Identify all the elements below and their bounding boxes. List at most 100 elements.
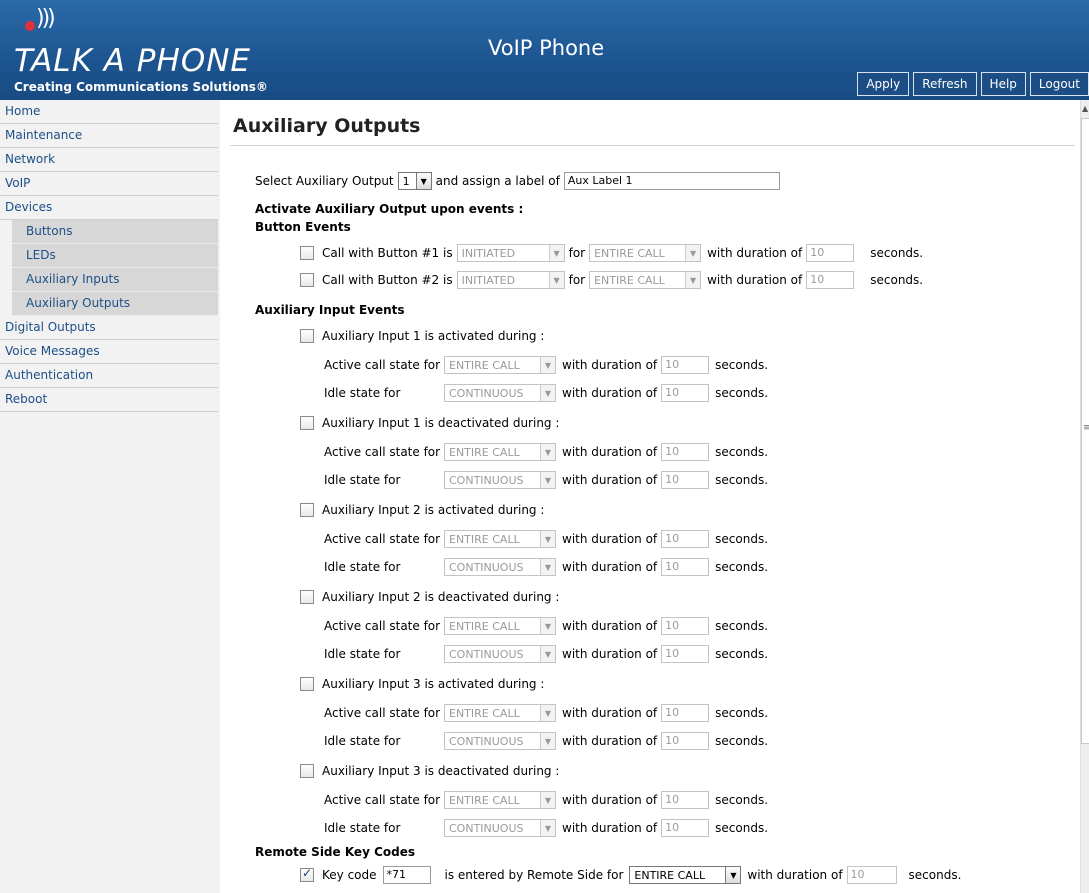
logout-button[interactable]: Logout xyxy=(1029,72,1089,96)
active-call-duration-input[interactable]: 10 xyxy=(661,791,710,809)
duration-label: with duration of xyxy=(562,445,658,459)
active-call-duration-input[interactable]: 10 xyxy=(661,356,710,374)
aux-event-checkbox[interactable] xyxy=(300,590,314,604)
duration-label: with duration of xyxy=(562,821,658,835)
active-call-duration-input[interactable]: 10 xyxy=(661,617,710,635)
chevron-down-icon: ▼ xyxy=(548,245,564,261)
aux-event-checkbox[interactable] xyxy=(300,764,314,778)
button-duration-input[interactable]: 10 xyxy=(806,271,855,289)
aux-event-checkbox[interactable] xyxy=(300,329,314,343)
idle-scope-select[interactable]: CONTINUOUS ▼ xyxy=(444,471,556,489)
idle-state-label: Idle state for xyxy=(324,560,401,574)
sidebar-item-network[interactable]: Network xyxy=(0,148,218,172)
sidebar-item-home[interactable]: Home xyxy=(0,100,218,124)
button-duration-input[interactable]: 10 xyxy=(806,244,855,262)
idle-scope-select[interactable]: CONTINUOUS ▼ xyxy=(444,558,556,576)
sidebar-item-digital-outputs[interactable]: Digital Outputs xyxy=(0,316,218,340)
sidebar-item-maintenance[interactable]: Maintenance xyxy=(0,124,218,148)
duration-label: with duration of xyxy=(707,246,803,260)
duration-label: with duration of xyxy=(562,619,658,633)
scroll-up-icon[interactable]: ▲ xyxy=(1082,104,1088,113)
idle-duration-input[interactable]: 10 xyxy=(661,732,710,750)
idle-state-row: Idle state for CONTINUOUS ▼ with duration o… xyxy=(324,556,768,578)
duration-label: with duration of xyxy=(562,532,658,546)
idle-duration-input[interactable]: 10 xyxy=(661,819,710,837)
idle-duration-input[interactable]: 10 xyxy=(661,645,710,663)
idle-scope-select-value: CONTINUOUS xyxy=(449,386,524,400)
active-call-state-row: Active call state for ENTIRE CALL ▼ with du… xyxy=(324,702,768,724)
chevron-down-icon: ▼ xyxy=(540,444,555,460)
duration-label: with duration of xyxy=(562,793,658,807)
seconds-label: seconds. xyxy=(715,560,769,574)
idle-duration-input[interactable]: 10 xyxy=(661,471,710,489)
idle-scope-select[interactable]: CONTINUOUS ▼ xyxy=(444,819,556,837)
aux-event-checkbox[interactable] xyxy=(300,677,314,691)
active-call-scope-select-value: ENTIRE CALL xyxy=(449,793,520,807)
active-call-duration-input[interactable]: 10 xyxy=(661,704,710,722)
remote-scope-select[interactable]: ENTIRE CALL ▼ xyxy=(629,866,742,884)
idle-scope-select-value: CONTINUOUS xyxy=(449,560,524,574)
idle-scope-select[interactable]: CONTINUOUS ▼ xyxy=(444,645,556,663)
aux-event-label: Auxiliary Input 2 is activated during : xyxy=(322,503,545,517)
active-call-scope-select[interactable]: ENTIRE CALL ▼ xyxy=(444,617,556,635)
sidebar-item-auxiliary-outputs[interactable]: Auxiliary Outputs xyxy=(12,292,218,316)
button-event-row: Call with Button #2 is INITIATED ▼ for ENTIR… xyxy=(300,269,923,291)
apply-button[interactable]: Apply xyxy=(857,72,910,96)
sidebar-item-voip[interactable]: VoIP xyxy=(0,172,218,196)
aux-output-select[interactable]: 1 ▼ xyxy=(397,172,432,190)
remote-scope-value: ENTIRE CALL xyxy=(634,868,706,882)
active-call-scope-select[interactable]: ENTIRE CALL ▼ xyxy=(444,530,556,548)
idle-state-label: Idle state for xyxy=(324,647,401,661)
remote-key-code-row: Key code *71 is entered by Remote Side f… xyxy=(300,864,961,886)
chevron-down-icon: ▼ xyxy=(540,531,555,547)
aux-input-events-heading: Auxiliary Input Events xyxy=(255,303,405,317)
chevron-down-icon: ▼ xyxy=(540,733,555,749)
aux-event-checkbox[interactable] xyxy=(300,416,314,430)
idle-duration-input[interactable]: 10 xyxy=(661,384,710,402)
refresh-button[interactable]: Refresh xyxy=(913,72,977,96)
button-state-select[interactable]: INITIATED ▼ xyxy=(456,271,565,289)
remote-key-code-checkbox[interactable] xyxy=(300,866,314,882)
header: ))) TALK A PHONE Creating Communications… xyxy=(0,0,1089,100)
button-scope-select[interactable]: ENTIRE CALL ▼ xyxy=(589,271,702,289)
seconds-label: seconds. xyxy=(715,793,769,807)
idle-scope-select-value: CONTINUOUS xyxy=(449,473,524,487)
chevron-down-icon: ▼ xyxy=(540,559,555,575)
active-call-duration-input[interactable]: 10 xyxy=(661,443,710,461)
key-code-input[interactable]: *71 xyxy=(382,866,431,884)
active-call-scope-select[interactable]: ENTIRE CALL ▼ xyxy=(444,791,556,809)
sidebar-item-buttons[interactable]: Buttons xyxy=(12,220,218,244)
sidebar-item-auxiliary-inputs[interactable]: Auxiliary Inputs xyxy=(12,268,218,292)
idle-state-row: Idle state for CONTINUOUS ▼ with duration o… xyxy=(324,643,768,665)
button-scope-select[interactable]: ENTIRE CALL ▼ xyxy=(589,244,702,262)
aux-event-checkbox[interactable] xyxy=(300,503,314,517)
sidebar-item-devices[interactable]: Devices xyxy=(0,196,218,220)
aux-event-row: Auxiliary Input 2 is deactivated during … xyxy=(300,586,559,608)
aux-event-row: Auxiliary Input 2 is activated during : xyxy=(300,499,544,521)
active-call-scope-select[interactable]: ENTIRE CALL ▼ xyxy=(444,443,556,461)
active-call-scope-select[interactable]: ENTIRE CALL ▼ xyxy=(444,704,556,722)
sidebar-item-leds[interactable]: LEDs xyxy=(12,244,218,268)
duration-label: with duration of xyxy=(562,358,658,372)
button-event-checkbox[interactable] xyxy=(300,273,314,287)
main-content: Auxiliary Outputs Select Auxiliary Outpu… xyxy=(230,100,1075,893)
seconds-label: seconds. xyxy=(715,706,769,720)
duration-label: with duration of xyxy=(562,473,658,487)
active-call-scope-select[interactable]: ENTIRE CALL ▼ xyxy=(444,356,556,374)
idle-duration-input[interactable]: 10 xyxy=(661,558,710,576)
help-button[interactable]: Help xyxy=(980,72,1026,96)
button-event-checkbox[interactable] xyxy=(300,246,314,260)
sidebar-item-authentication[interactable]: Authentication xyxy=(0,364,218,388)
sidebar-item-reboot[interactable]: Reboot xyxy=(0,388,218,412)
button-events-heading: Button Events xyxy=(255,220,351,234)
idle-scope-select[interactable]: CONTINUOUS ▼ xyxy=(444,384,556,402)
sidebar: Home Maintenance Network VoIP Devices Bu… xyxy=(0,100,220,893)
aux-label-input[interactable]: Aux Label 1 xyxy=(563,172,780,190)
aux-event-label: Auxiliary Input 1 is activated during : xyxy=(322,329,545,343)
button-state-select[interactable]: INITIATED ▼ xyxy=(456,244,565,262)
idle-scope-select[interactable]: CONTINUOUS ▼ xyxy=(444,732,556,750)
active-call-duration-input[interactable]: 10 xyxy=(661,530,710,548)
sidebar-item-voice-messages[interactable]: Voice Messages xyxy=(0,340,218,364)
remote-duration-input[interactable]: 10 xyxy=(846,866,897,884)
idle-state-label: Idle state for xyxy=(324,473,401,487)
